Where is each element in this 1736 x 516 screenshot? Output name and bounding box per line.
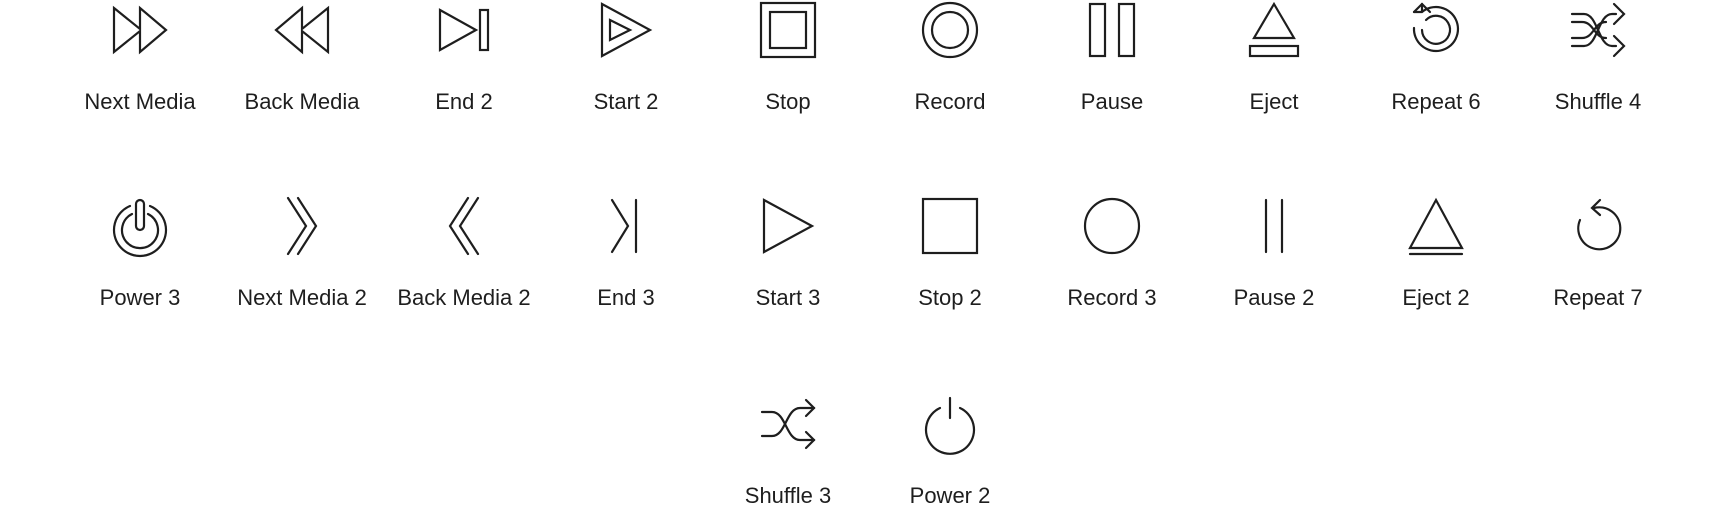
next-chevrons-icon (274, 196, 330, 256)
icon-tile[interactable]: Power 2 (870, 396, 1030, 514)
repeat-icon (1408, 2, 1464, 58)
icon-tile[interactable]: Pause (1032, 0, 1192, 118)
icon-tile[interactable]: Record 3 (1032, 197, 1192, 316)
icon-tile[interactable]: Stop (708, 0, 868, 118)
icon-tile[interactable]: Eject 2 (1356, 197, 1516, 316)
icon-row: Power 3 Next Media 2 Back Media 2 End 3 … (0, 196, 1736, 318)
pause-thin-icon (1246, 198, 1302, 254)
icon-tile[interactable]: Back Media 2 (384, 196, 544, 316)
icon-tile[interactable]: Next Media 2 (222, 196, 382, 316)
icon-tile[interactable]: Start 3 (708, 198, 868, 316)
icon-tile[interactable]: End 3 (546, 198, 706, 316)
shuffle-icon (1570, 2, 1626, 58)
end-icon (436, 2, 492, 58)
icon-tile[interactable]: Power 3 (60, 198, 220, 316)
icon-tile[interactable]: Shuffle 3 (708, 396, 868, 514)
icon-tile[interactable]: Shuffle 4 (1518, 0, 1678, 118)
end-thin-icon (598, 198, 654, 254)
icon-label: Repeat 7 (1553, 285, 1643, 310)
icon-tile[interactable]: Record (870, 0, 1030, 118)
icon-tile[interactable]: Back Media (222, 0, 382, 118)
icon-tile[interactable]: Repeat 6 (1356, 0, 1516, 118)
eject-thin-icon (1408, 197, 1464, 256)
play-icon (760, 198, 816, 254)
start-icon (598, 2, 654, 58)
icon-label: Power 2 (909, 483, 991, 508)
icon-tile[interactable]: End 2 (384, 0, 544, 118)
next-media-icon (112, 2, 168, 58)
icon-tile[interactable]: Pause 2 (1194, 198, 1354, 316)
power-thin-icon (922, 396, 978, 455)
stop-icon (759, 1, 817, 59)
power-icon (112, 198, 168, 258)
eject-icon (1246, 1, 1302, 58)
icon-tile[interactable]: Start 2 (546, 0, 706, 118)
icon-tile[interactable]: Next Media (60, 0, 220, 118)
shuffle-thin-icon (760, 396, 816, 452)
back-chevrons-icon (436, 196, 492, 256)
icon-tile[interactable]: Repeat 7 (1518, 198, 1678, 316)
repeat-thin-icon (1570, 198, 1626, 254)
back-media-icon (274, 2, 330, 58)
record-icon (921, 1, 979, 59)
stop-square-icon (921, 197, 979, 255)
icon-grid: Next Media Back Media End 2 Start 2 Stop (0, 0, 1736, 514)
pause-icon (1084, 2, 1140, 58)
icon-row: Next Media Back Media End 2 Start 2 Stop (0, 0, 1736, 120)
icon-tile[interactable]: Eject (1194, 0, 1354, 118)
icon-tile[interactable]: Stop 2 (870, 197, 1030, 316)
record-circle-icon (1083, 197, 1141, 255)
icon-row: Shuffle 3 Power 2 (0, 396, 1736, 516)
icon-label: Shuffle 4 (1554, 89, 1642, 114)
